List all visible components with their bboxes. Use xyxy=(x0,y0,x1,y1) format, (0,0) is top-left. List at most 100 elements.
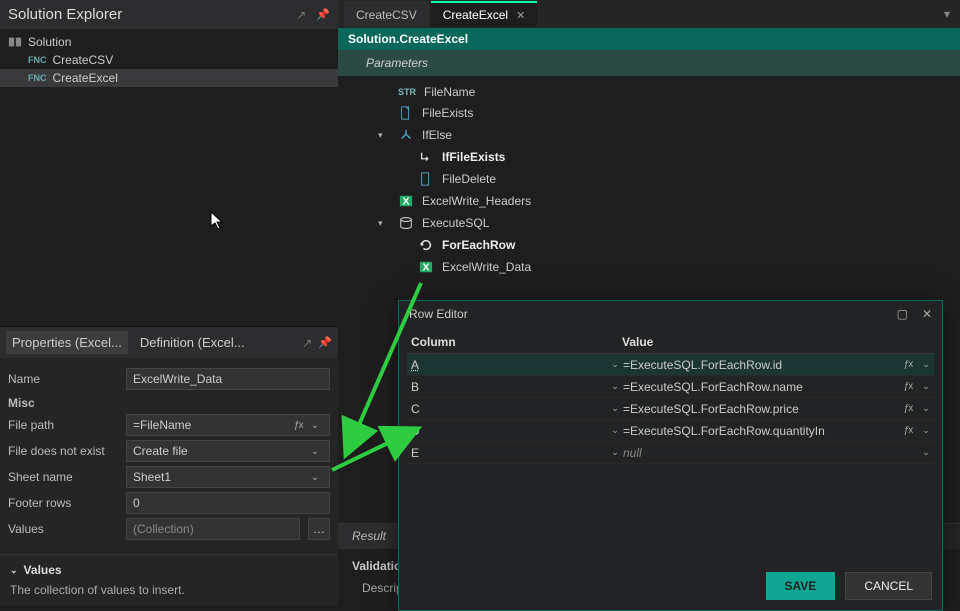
row-editor-dialog: Row Editor ▢ ✕ Column Value A ⌄ =Execute… xyxy=(398,300,943,611)
chevron-down-icon: ⌄ xyxy=(10,565,18,576)
chevron-down-icon[interactable]: ⌄ xyxy=(307,446,323,457)
chevron-down-icon[interactable]: ⌄ xyxy=(607,425,623,436)
dialog-title: Row Editor xyxy=(409,307,468,321)
chevron-down-icon[interactable]: ⌄ xyxy=(607,381,623,392)
pin-icon[interactable]: 📌 xyxy=(318,336,332,349)
node-filename[interactable]: STR FileName xyxy=(338,82,960,102)
prop-label-filepath: File path xyxy=(8,418,118,432)
solution-icon xyxy=(8,35,22,49)
fnc-badge-icon: FNC xyxy=(28,55,47,65)
row-editor-row[interactable]: A ⌄ =ExecuteSQL.ForEachRow.id ƒx ⌄ xyxy=(407,354,934,376)
prop-input-values[interactable]: (Collection) xyxy=(126,518,300,540)
tab-createcsv[interactable]: CreateCSV xyxy=(344,1,429,27)
prop-input-footer[interactable] xyxy=(126,492,330,514)
tree-item-solution[interactable]: Solution xyxy=(0,33,338,51)
svg-text:X: X xyxy=(422,262,429,274)
cell-value[interactable]: null xyxy=(623,446,898,460)
cell-value[interactable]: =ExecuteSQL.ForEachRow.name xyxy=(623,380,898,394)
expression-icon[interactable]: ƒx xyxy=(290,420,307,431)
node-iffileexists[interactable]: IfFileExists xyxy=(338,146,960,168)
column-header-value: Value xyxy=(622,335,934,349)
tab-label: CreateExcel xyxy=(443,8,508,22)
node-fileexists[interactable]: FileExists xyxy=(338,102,960,124)
tree-item-label: Solution xyxy=(28,35,71,49)
tree-item-createexcel[interactable]: FNC CreateExcel xyxy=(0,69,338,87)
str-badge-icon: STR xyxy=(398,87,416,97)
cell-column[interactable]: E xyxy=(407,446,607,460)
node-excelwrite-data[interactable]: X ExcelWrite_Data xyxy=(338,256,960,278)
column-header-column: Column xyxy=(407,335,622,349)
tab-result[interactable]: Result xyxy=(338,524,400,549)
cell-column[interactable]: B xyxy=(407,380,607,394)
expression-icon[interactable]: ƒx xyxy=(898,403,918,414)
pin-icon[interactable]: 📌 xyxy=(316,8,330,22)
chevron-down-icon[interactable]: ⌄ xyxy=(918,403,934,414)
tab-createexcel[interactable]: CreateExcel ✕ xyxy=(431,1,538,27)
prop-value: Sheet1 xyxy=(133,470,171,484)
chevron-down-icon[interactable]: ⌄ xyxy=(607,403,623,414)
excel-icon: X xyxy=(398,193,414,209)
chevron-down-icon[interactable]: ▾ xyxy=(378,218,390,229)
values-desc-title[interactable]: ⌄Values xyxy=(10,563,328,577)
prop-label-values: Values xyxy=(8,522,118,536)
node-label: FileName xyxy=(424,85,475,99)
chevron-down-icon[interactable]: ▾ xyxy=(378,130,390,141)
prop-label-name: Name xyxy=(8,372,118,386)
chevron-down-icon[interactable]: ⌄ xyxy=(918,359,934,370)
maximize-icon[interactable]: ▢ xyxy=(897,307,908,321)
save-button[interactable]: SAVE xyxy=(766,572,836,600)
node-excelwrite-headers[interactable]: X ExcelWrite_Headers xyxy=(338,190,960,212)
prop-value: (Collection) xyxy=(133,522,194,536)
cell-column[interactable]: C xyxy=(407,402,607,416)
chevron-down-icon[interactable]: ⌄ xyxy=(918,425,934,436)
prop-input-filedne[interactable]: Create file ⌄ xyxy=(126,440,330,462)
node-label: IfElse xyxy=(422,128,452,142)
row-editor-row[interactable]: C ⌄ =ExecuteSQL.ForEachRow.price ƒx ⌄ xyxy=(407,398,934,420)
ellipsis-button[interactable]: … xyxy=(308,518,330,540)
cancel-button[interactable]: CANCEL xyxy=(845,572,932,600)
tree-item-createcsv[interactable]: FNC CreateCSV xyxy=(0,51,338,69)
popout-icon[interactable]: ↗ xyxy=(296,8,306,22)
cell-value[interactable]: =ExecuteSQL.ForEachRow.price xyxy=(623,402,898,416)
tab-definition[interactable]: Definition (Excel... xyxy=(134,331,251,354)
expression-icon[interactable]: ƒx xyxy=(898,425,918,436)
node-foreachrow[interactable]: ForEachRow xyxy=(338,234,960,256)
excel-icon: X xyxy=(418,259,434,275)
properties-panel: Properties (Excel... Definition (Excel..… xyxy=(0,326,338,605)
tab-properties[interactable]: Properties (Excel... xyxy=(6,331,128,354)
row-editor-row[interactable]: D ⌄ =ExecuteSQL.ForEachRow.quantityIn ƒx… xyxy=(407,420,934,442)
chevron-down-icon[interactable]: ⌄ xyxy=(607,359,623,370)
popout-icon[interactable]: ↗ xyxy=(302,336,312,350)
chevron-down-icon[interactable]: ⌄ xyxy=(307,420,323,431)
cell-value[interactable]: =ExecuteSQL.ForEachRow.quantityIn xyxy=(623,424,898,438)
node-label: ExcelWrite_Headers xyxy=(422,194,531,208)
node-ifelse[interactable]: ▾ IfElse xyxy=(338,124,960,146)
cell-column[interactable]: D xyxy=(407,424,607,438)
branch-icon xyxy=(398,127,414,143)
expression-icon[interactable]: ƒx xyxy=(898,381,918,392)
solution-explorer-header: Solution Explorer ↗ 📌 xyxy=(0,0,338,29)
row-editor-row[interactable]: B ⌄ =ExecuteSQL.ForEachRow.name ƒx ⌄ xyxy=(407,376,934,398)
tabs-menu-icon[interactable]: ▾ xyxy=(934,7,960,21)
arrow-right-icon xyxy=(418,149,434,165)
chevron-down-icon[interactable]: ⌄ xyxy=(918,447,934,458)
prop-input-sheet[interactable]: Sheet1 ⌄ xyxy=(126,466,330,488)
close-icon[interactable]: ✕ xyxy=(516,9,525,22)
chevron-down-icon[interactable]: ⌄ xyxy=(918,381,934,392)
prop-input-filepath[interactable]: =FileName ƒx⌄ xyxy=(126,414,330,436)
node-filedelete[interactable]: FileDelete xyxy=(338,168,960,190)
row-editor-row[interactable]: E ⌄ null ⌄ xyxy=(407,442,934,464)
breadcrumb: Solution.CreateExcel xyxy=(338,28,960,50)
node-executesql[interactable]: ▾ ExecuteSQL xyxy=(338,212,960,234)
cell-column[interactable]: A xyxy=(407,358,607,372)
misc-heading: Misc xyxy=(8,396,330,410)
cell-value[interactable]: =ExecuteSQL.ForEachRow.id xyxy=(623,358,898,372)
close-icon[interactable]: ✕ xyxy=(922,307,932,321)
parameters-header[interactable]: Parameters xyxy=(338,50,960,76)
node-label: IfFileExists xyxy=(442,150,505,164)
expression-icon[interactable]: ƒx xyxy=(898,359,918,370)
file-icon xyxy=(398,105,414,121)
chevron-down-icon[interactable]: ⌄ xyxy=(307,472,323,483)
chevron-down-icon[interactable]: ⌄ xyxy=(607,447,623,458)
prop-input-name[interactable] xyxy=(126,368,330,390)
